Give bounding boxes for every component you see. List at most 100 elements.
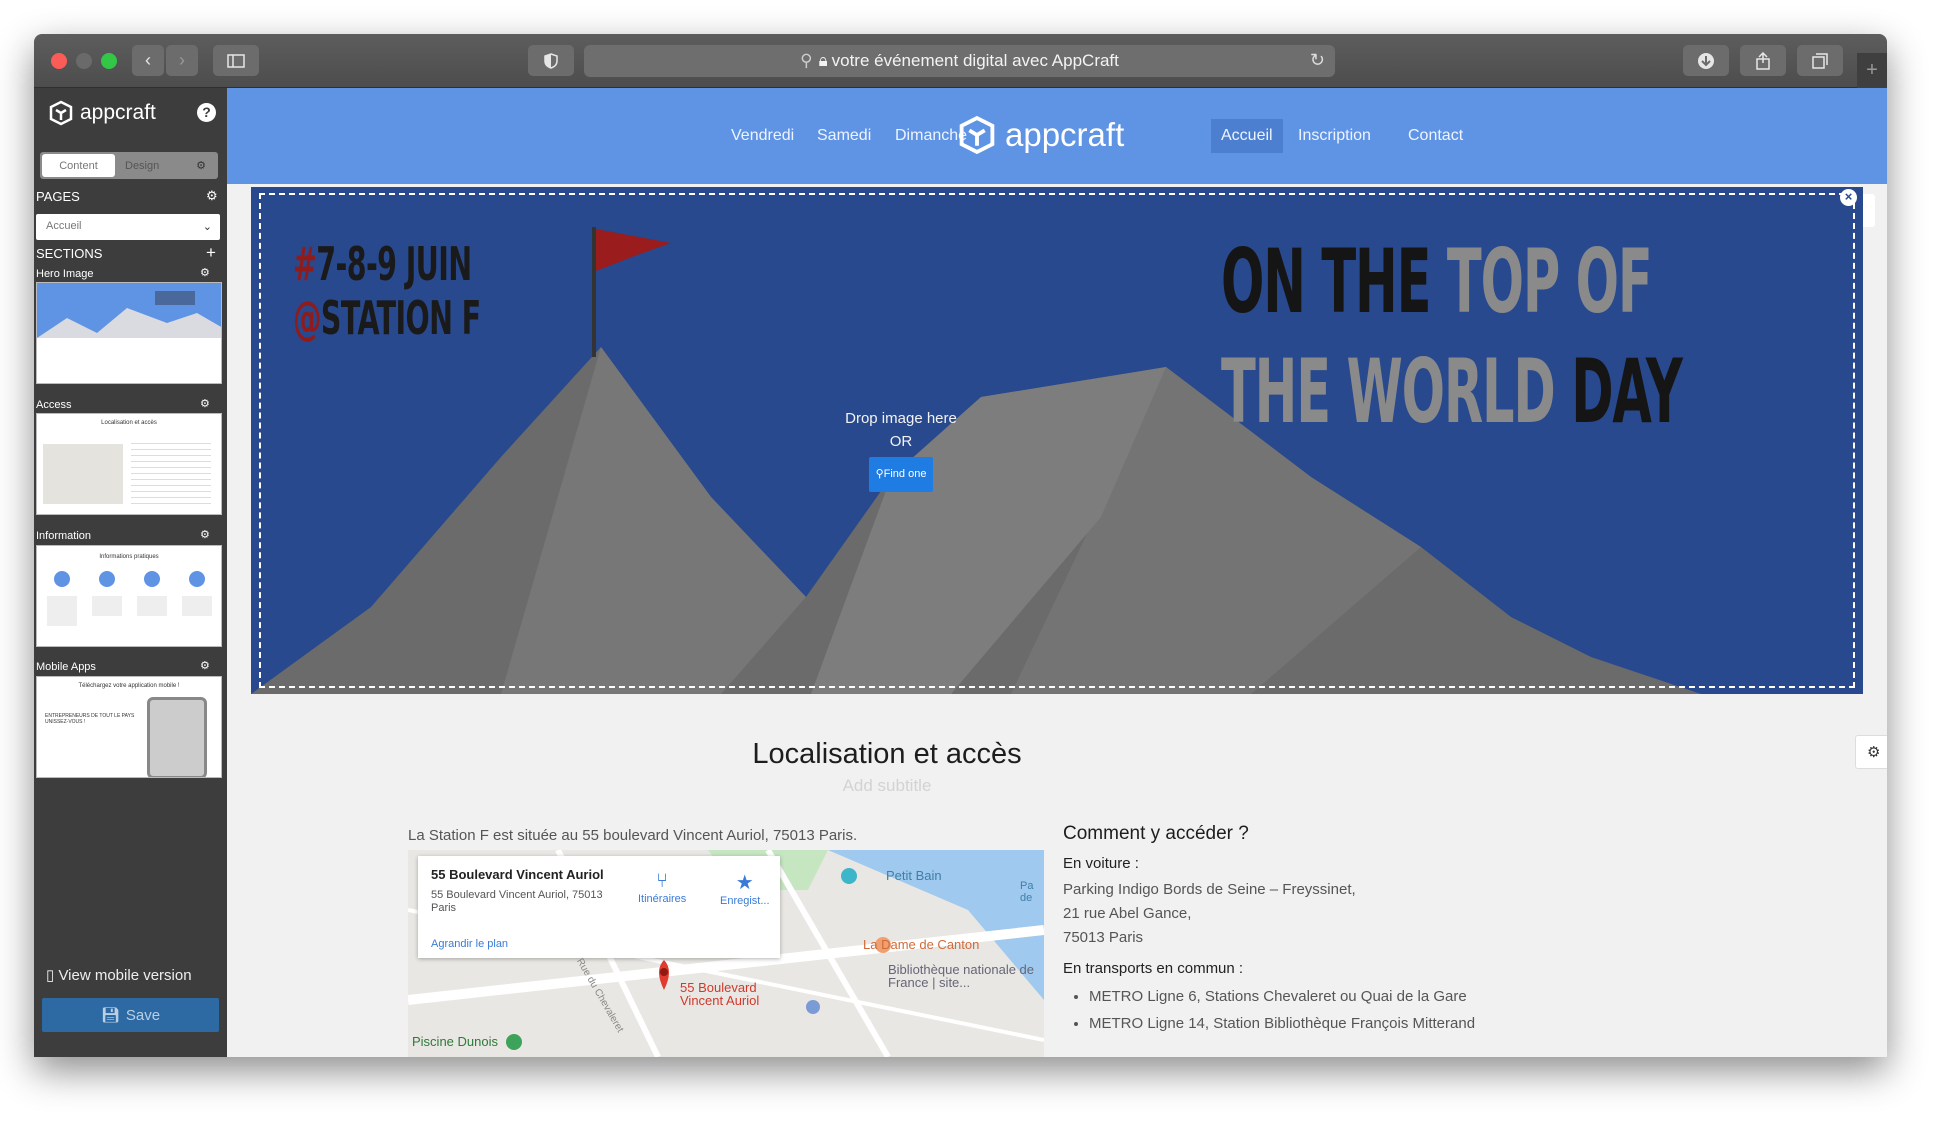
view-mobile-label: View mobile version (58, 967, 192, 984)
nav-link-vendredi[interactable]: Vendredi (731, 127, 794, 145)
floppy-disk-icon: 💾︎ (100, 1007, 120, 1024)
thumb-access-title: Localisation et accès (101, 420, 157, 426)
tabs-icon (1812, 52, 1828, 69)
section-gear-icon[interactable]: ⚙ (200, 528, 210, 541)
mobile-phone-icon: ▯ (46, 967, 55, 984)
site-nav: Vendredi Samedi Dimanche appcraft Accuei… (227, 88, 1887, 184)
section-thumb-mobile-apps[interactable]: Téléchargez votre application mobile ! E… (36, 676, 222, 778)
view-mobile-link[interactable]: ▯ View mobile version (46, 966, 192, 984)
page-select-value: Accueil (46, 220, 82, 232)
map-label-piscine: Piscine Dunois (412, 1034, 498, 1049)
section-thumb-hero[interactable] (36, 282, 222, 384)
site-logo-text: appcraft (1005, 116, 1125, 153)
address-bar[interactable]: ⚲ 🔒︎ votre événement digital avec AppCra… (584, 45, 1335, 77)
car-heading: En voiture : (1063, 855, 1139, 872)
page-select[interactable]: Accueil ⌄ (36, 214, 220, 240)
save-place-button[interactable]: ★ Enregist... (720, 870, 770, 907)
nav-link-contact[interactable]: Contact (1408, 127, 1463, 145)
section-gear-icon[interactable]: ⚙ (200, 397, 210, 410)
directions-button[interactable]: ⑂ Itinéraires (638, 870, 686, 905)
directions-label: Itinéraires (638, 893, 687, 905)
share-icon (1756, 51, 1770, 70)
section-label-information: Information (36, 530, 92, 542)
chevron-down-icon: ⌄ (202, 221, 212, 233)
sidebar-toggle-button[interactable] (213, 45, 259, 76)
chevron-right-icon: › (179, 50, 185, 70)
thumb-mobile-title: Téléchargez votre application mobile ! (78, 683, 180, 689)
help-icon[interactable]: ? (197, 103, 216, 122)
directions-icon: ⑂ (656, 870, 669, 892)
back-button[interactable]: ‹ (132, 45, 164, 76)
transit-item: METRO Ligne 14, Station Bibliothèque Fra… (1089, 1010, 1563, 1037)
plus-icon: + (1866, 59, 1878, 81)
pages-gear-icon[interactable]: ⚙ (206, 188, 218, 204)
sidebar-icon (227, 53, 245, 68)
location-map[interactable]: 55 Boulevard Vincent Auriol 55 Boulevard… (408, 850, 1044, 1057)
phone-image (147, 697, 207, 777)
access-intro[interactable]: La Station F est située au 55 boulevard … (408, 827, 857, 844)
remove-image-icon[interactable]: × (1840, 189, 1857, 206)
thumb-info-icons (47, 571, 212, 626)
map-label-dame-de-canton: La Dame de Canton (863, 937, 980, 952)
thumb-map (43, 444, 123, 504)
section-gear-icon[interactable]: ⚙ (200, 659, 210, 672)
sidebar-logo-text: appcraft (80, 101, 156, 124)
nav-link-inscription[interactable]: Inscription (1298, 127, 1371, 145)
hero-thumb-image (37, 283, 221, 338)
hero-section[interactable]: #7-8-9 JUIN @STATION F ON THE TOP OF THE… (251, 187, 1863, 694)
access-details: Comment y accéder ? En voiture : Parking… (1063, 823, 1563, 1037)
tab-content[interactable]: Content (42, 154, 115, 177)
content-design-toggle: Content Design ⚙ (40, 152, 218, 179)
appcraft-logo-icon (959, 115, 995, 155)
pages-heading: PAGES (36, 189, 80, 204)
save-label: Save (125, 1006, 161, 1024)
section-label-hero: Hero Image (36, 268, 94, 280)
enlarge-map-link[interactable]: Agrandir le plan (431, 938, 508, 950)
section-thumb-information[interactable]: Informations pratiques (36, 545, 222, 647)
lock-icon: 🔒︎ (818, 51, 828, 70)
site-logo[interactable]: appcraft (957, 114, 1124, 156)
tab-design[interactable]: Design (117, 152, 196, 179)
nav-link-samedi[interactable]: Samedi (817, 127, 871, 145)
add-section-icon[interactable]: + (206, 243, 216, 263)
transit-item: METRO Ligne 6, Stations Chevaleret ou Qu… (1089, 983, 1563, 1010)
privacy-shield-button[interactable] (528, 45, 574, 76)
nav-link-accueil[interactable]: Accueil (1211, 119, 1283, 153)
car-line: 21 rue Abel Gance, (1063, 905, 1192, 922)
car-line: Parking Indigo Bords de Seine – Freyssin… (1063, 881, 1356, 898)
section-gear-icon[interactable]: ⚙ (200, 266, 210, 279)
page-preview: Vendredi Samedi Dimanche appcraft Accuei… (227, 88, 1887, 1057)
new-tab-button[interactable]: + (1857, 53, 1887, 88)
section-thumb-access[interactable]: Localisation et accès (36, 413, 222, 515)
browser-window: ‹ › ⚲ 🔒︎ votre événement digital avec Ap… (34, 34, 1887, 1057)
forward-button[interactable]: › (166, 45, 198, 76)
map-card-title: 55 Boulevard Vincent Auriol (431, 867, 604, 882)
sections-heading: SECTIONS (36, 246, 103, 261)
gear-icon: ⚙ (1866, 744, 1881, 761)
appcraft-logo-icon (49, 100, 73, 126)
transit-list: METRO Ligne 6, Stations Chevaleret ou Qu… (1089, 983, 1563, 1037)
gear-icon[interactable]: ⚙ (196, 152, 218, 179)
map-label-petit-bain: Petit Bain (886, 868, 942, 883)
star-icon: ★ (735, 872, 754, 894)
save-place-label: Enregist... (720, 895, 770, 907)
map-label-bnf: Bibliothèque nationale de France | site.… (888, 962, 1035, 990)
transit-heading: En transports en commun : (1063, 960, 1244, 977)
access-title[interactable]: Localisation et accès (227, 738, 1547, 771)
share-button[interactable] (1740, 45, 1786, 76)
close-window-button[interactable] (51, 53, 67, 69)
address-text: votre événement digital avec AppCraft (831, 51, 1119, 70)
save-button[interactable]: 💾︎ Save (42, 998, 219, 1032)
how-to-get-there-heading[interactable]: Comment y accéder ? (1063, 823, 1563, 845)
tabs-overview-button[interactable] (1797, 45, 1843, 76)
section-settings-button[interactable]: ⚙ ⌄ (1855, 735, 1887, 769)
zoom-window-button[interactable] (101, 53, 117, 69)
download-icon (1698, 52, 1714, 69)
hero-side-handle[interactable] (1863, 194, 1875, 227)
access-subtitle-placeholder[interactable]: Add subtitle (227, 776, 1547, 796)
minimize-window-button[interactable] (76, 53, 92, 69)
downloads-button[interactable] (1683, 45, 1729, 76)
reload-icon[interactable]: ↻ (1310, 50, 1325, 71)
section-label-access: Access (36, 399, 72, 411)
search-icon: ⚲ (800, 51, 813, 70)
